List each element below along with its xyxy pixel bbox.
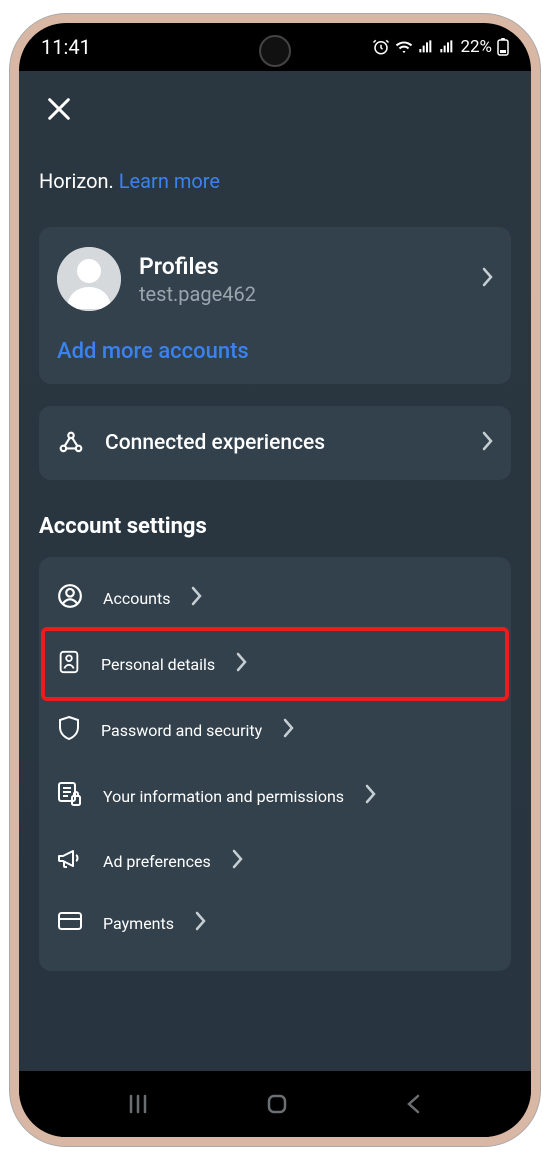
chevron-right-icon	[231, 849, 243, 873]
connected-experiences-label: Connected experiences	[105, 430, 461, 456]
personal-details-icon	[57, 649, 81, 679]
ad-preferences-label: Ad preferences	[103, 852, 211, 871]
status-time: 11:41	[41, 35, 91, 59]
status-icons: 22%	[372, 37, 509, 57]
nav-recents-button[interactable]	[127, 1093, 149, 1115]
nav-back-button[interactable]	[405, 1093, 423, 1115]
accounts-label: Accounts	[103, 589, 170, 608]
battery-percentage: 22%	[460, 37, 492, 57]
chevron-right-icon	[364, 784, 376, 808]
status-bar: 11:41 22%	[19, 23, 531, 71]
settings-row-accounts[interactable]: Accounts	[57, 565, 493, 631]
megaphone-icon	[57, 847, 83, 875]
settings-row-info-permissions[interactable]: Your information and permissions	[57, 763, 493, 829]
profile-card: Profiles test.page462 Add more accounts	[39, 227, 511, 384]
horizon-label: Horizon.	[39, 169, 114, 193]
close-button[interactable]	[39, 89, 79, 129]
info-permissions-label: Your information and permissions	[103, 787, 344, 806]
front-camera	[259, 35, 291, 67]
avatar-icon	[57, 247, 121, 311]
add-more-accounts-link[interactable]: Add more accounts	[57, 339, 493, 364]
payments-label: Payments	[103, 914, 174, 933]
settings-row-payments[interactable]: Payments	[57, 893, 493, 953]
chevron-right-icon	[235, 652, 247, 676]
profile-row[interactable]: Profiles test.page462	[57, 247, 493, 311]
wifi-icon	[395, 38, 413, 56]
chevron-right-icon	[481, 267, 493, 291]
accounts-icon	[57, 583, 83, 613]
connected-experiences-row[interactable]: Connected experiences	[39, 406, 511, 480]
personal-details-label: Personal details	[101, 655, 215, 674]
settings-row-password-security[interactable]: Password and security	[57, 697, 493, 763]
settings-row-personal-details[interactable]: Personal details	[45, 631, 505, 697]
info-permissions-icon	[57, 781, 83, 811]
shield-icon	[57, 715, 81, 745]
nav-home-button[interactable]	[265, 1092, 289, 1116]
password-security-label: Password and security	[101, 721, 262, 740]
settings-row-ad-preferences[interactable]: Ad preferences	[57, 829, 493, 893]
alarm-icon	[372, 38, 390, 56]
connected-experiences-icon	[57, 430, 85, 456]
profile-title: Profiles	[139, 253, 463, 280]
chevron-right-icon	[481, 431, 493, 455]
profile-text: Profiles test.page462	[139, 253, 463, 306]
horizon-text-line: Horizon. Learn more	[39, 169, 511, 193]
signal-icon-2	[439, 39, 455, 55]
chevron-right-icon	[282, 718, 294, 742]
profile-username: test.page462	[139, 282, 463, 306]
learn-more-link[interactable]: Learn more	[119, 169, 220, 193]
battery-icon	[497, 38, 509, 56]
credit-card-icon	[57, 911, 83, 935]
chevron-right-icon	[194, 911, 206, 935]
android-nav-bar	[19, 1071, 531, 1137]
account-settings-heading: Account settings	[39, 514, 511, 539]
avatar	[57, 247, 121, 311]
account-settings-list: Accounts Personal details Password and	[39, 557, 511, 971]
close-icon	[45, 95, 73, 123]
screen-content: Horizon. Learn more Profiles test.page46…	[19, 71, 531, 1071]
chevron-right-icon	[190, 586, 202, 610]
phone-frame: 11:41 22% Horizon.	[10, 14, 540, 1146]
signal-icon	[418, 39, 434, 55]
